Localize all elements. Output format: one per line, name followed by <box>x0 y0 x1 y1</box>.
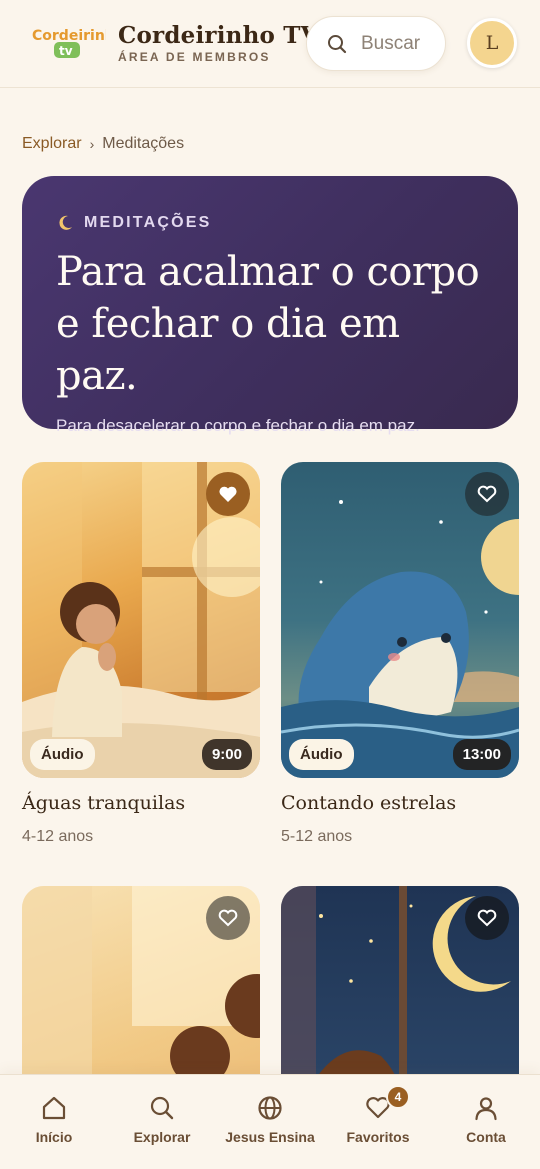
hero-title-line1: Para acalmar o corpo <box>56 249 480 295</box>
svg-text:tv: tv <box>59 44 73 58</box>
breadcrumb-separator: › <box>89 136 95 152</box>
brand: Cordeirinho TV ÁREA DE MEMBROS <box>118 22 319 64</box>
favorites-count-badge: 4 <box>386 1085 410 1109</box>
duration-badge: 9:00 <box>201 739 252 770</box>
card-thumbnail[interactable]: Áudio 9:00 <box>22 462 260 778</box>
app-title: Cordeirinho TV <box>118 22 319 49</box>
search-box[interactable] <box>306 16 446 71</box>
card-age: 5-12 anos <box>281 828 353 845</box>
app-subtitle: ÁREA DE MEMBROS <box>118 50 271 64</box>
favorite-button[interactable] <box>206 896 250 940</box>
duration-badge: 13:00 <box>452 739 511 770</box>
breadcrumb-current: Meditações <box>102 135 185 152</box>
home-icon <box>42 1096 66 1120</box>
hero-title: Para acalmar o corpo e fechar o dia em p… <box>56 246 484 402</box>
favorite-button[interactable] <box>206 472 250 516</box>
hero-banner: MEDITAÇÕES Para acalmar o corpo e fechar… <box>22 176 518 435</box>
nav-item-jesus-ensina[interactable]: Jesus Ensina <box>220 1095 320 1145</box>
nav-label: Início <box>35 1129 73 1145</box>
favorite-button[interactable] <box>465 472 509 516</box>
type-badge: Áudio <box>289 739 354 770</box>
type-badge: Áudio <box>30 739 95 770</box>
nav-item-favoritos[interactable]: 4 Favoritos <box>328 1085 428 1145</box>
card-age: 4-12 anos <box>22 828 94 845</box>
search-icon <box>150 1096 174 1120</box>
breadcrumb-explorar[interactable]: Explorar <box>22 135 82 153</box>
card-title[interactable]: Águas tranquilas <box>22 792 260 814</box>
nav-label: Favoritos <box>346 1129 410 1145</box>
svg-text:Cordeirinho: Cordeirinho <box>32 28 106 44</box>
nav-label: Explorar <box>133 1129 191 1145</box>
heart-outline-icon <box>477 485 497 503</box>
hero-tag-label: MEDITAÇÕES <box>84 214 212 231</box>
card-thumbnail[interactable]: Áudio 13:00 <box>281 462 519 778</box>
search-input[interactable] <box>361 32 441 55</box>
nav-item-conta[interactable]: Conta <box>436 1095 536 1145</box>
hero-subtitle: Para desacelerar o corpo e fechar o dia … <box>56 416 420 435</box>
hero-tag: MEDITAÇÕES <box>56 214 484 232</box>
heart-filled-icon <box>219 486 237 502</box>
content-card[interactable]: Áudio 9:00 Águas tranquilas 4-12 anos <box>22 462 260 846</box>
app-header: Cordeirinho tv Cordeirinho TV ÁREA DE ME… <box>0 0 540 88</box>
nav-item-inicio[interactable]: Início <box>4 1095 104 1145</box>
avatar[interactable]: L <box>467 18 517 68</box>
heart-outline-icon <box>218 909 238 927</box>
moon-icon <box>59 215 72 230</box>
nav-item-explorar[interactable]: Explorar <box>112 1095 212 1145</box>
breadcrumb: Explorar › Meditações <box>22 135 184 153</box>
nav-label: Jesus Ensina <box>225 1129 315 1145</box>
favorite-button[interactable] <box>465 896 509 940</box>
hero-title-line2: e fechar o dia em paz. <box>56 301 400 399</box>
search-icon <box>328 34 347 53</box>
content-card[interactable]: Áudio 13:00 Contando estrelas 5-12 anos <box>281 462 519 846</box>
user-icon <box>475 1097 497 1121</box>
globe-icon <box>258 1096 282 1120</box>
app-logo[interactable]: Cordeirinho tv <box>30 24 125 60</box>
nav-label: Conta <box>466 1129 506 1145</box>
heart-outline-icon <box>477 909 497 927</box>
bottom-nav: Início Explorar Jesus Ensina 4 Favoritos… <box>0 1074 540 1169</box>
card-title[interactable]: Contando estrelas <box>281 792 519 814</box>
